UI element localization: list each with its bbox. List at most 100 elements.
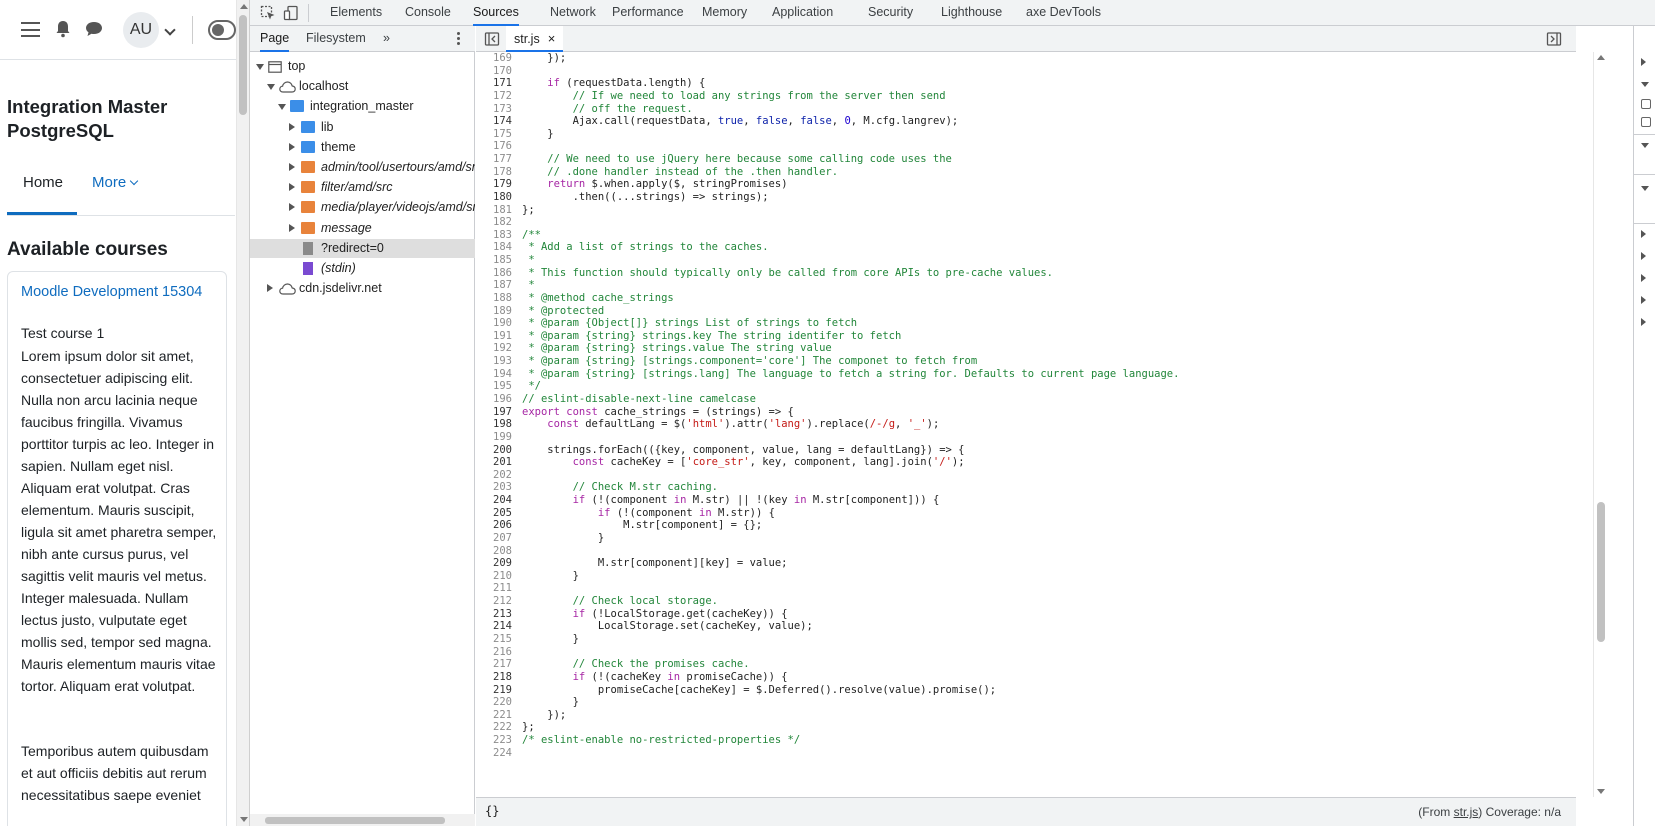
line-number[interactable]: 219 bbox=[476, 684, 512, 697]
scroll-down-icon[interactable] bbox=[1597, 789, 1605, 794]
tab-lighthouse[interactable]: Lighthouse bbox=[941, 0, 1002, 26]
line-number[interactable]: 222 bbox=[476, 721, 512, 734]
line-number[interactable]: 175 bbox=[476, 128, 512, 141]
line-number[interactable]: 214 bbox=[476, 620, 512, 633]
line-number[interactable]: 223 bbox=[476, 734, 512, 747]
tab-memory[interactable]: Memory bbox=[702, 0, 747, 26]
line-number[interactable]: 178 bbox=[476, 166, 512, 179]
expanded-arrow-icon[interactable] bbox=[278, 104, 286, 111]
line-number[interactable]: 183 bbox=[476, 229, 512, 242]
user-avatar[interactable]: AU bbox=[123, 12, 159, 48]
line-number[interactable]: 198 bbox=[476, 418, 512, 431]
scroll-down-icon[interactable] bbox=[240, 817, 248, 822]
tree-item[interactable]: integration_master bbox=[250, 97, 475, 116]
line-number[interactable]: 180 bbox=[476, 191, 512, 204]
inspect-element-icon[interactable] bbox=[260, 5, 276, 21]
page-scrollbar[interactable] bbox=[236, 0, 249, 826]
tree-item[interactable]: lib bbox=[250, 118, 475, 137]
line-number[interactable]: 207 bbox=[476, 532, 512, 545]
tab-application[interactable]: Application bbox=[772, 0, 833, 26]
expand-arrow-icon[interactable] bbox=[1641, 58, 1646, 66]
collapse-arrow-icon[interactable] bbox=[1641, 143, 1649, 148]
line-number[interactable]: 200 bbox=[476, 444, 512, 457]
scrollbar-thumb[interactable] bbox=[1597, 502, 1605, 642]
line-number[interactable]: 192 bbox=[476, 342, 512, 355]
line-number[interactable]: 201 bbox=[476, 456, 512, 469]
tab-elements[interactable]: Elements bbox=[330, 0, 382, 26]
nav-home-tab[interactable]: Home bbox=[7, 160, 77, 215]
line-number[interactable]: 203 bbox=[476, 481, 512, 494]
line-number[interactable]: 213 bbox=[476, 608, 512, 621]
line-number[interactable]: 224 bbox=[476, 747, 512, 760]
line-number[interactable]: 217 bbox=[476, 658, 512, 671]
line-number[interactable]: 202 bbox=[476, 469, 512, 482]
kebab-menu-icon[interactable] bbox=[457, 32, 461, 46]
collapsed-arrow-icon[interactable] bbox=[289, 223, 295, 232]
expand-arrow-icon[interactable] bbox=[1641, 252, 1646, 260]
line-number[interactable]: 211 bbox=[476, 582, 512, 595]
line-number[interactable]: 189 bbox=[476, 305, 512, 318]
line-number[interactable]: 191 bbox=[476, 330, 512, 343]
tab-sources[interactable]: Sources bbox=[473, 0, 519, 26]
line-number[interactable]: 197 bbox=[476, 406, 512, 419]
tab-security[interactable]: Security bbox=[868, 0, 913, 26]
line-number[interactable]: 173 bbox=[476, 103, 512, 116]
edit-mode-toggle[interactable] bbox=[208, 20, 236, 40]
pretty-print-button[interactable]: {} bbox=[485, 804, 499, 818]
line-number[interactable]: 169 bbox=[476, 52, 512, 65]
file-tab-str-js[interactable]: str.js × bbox=[506, 26, 564, 52]
hamburger-menu-icon[interactable] bbox=[21, 22, 40, 37]
line-number[interactable]: 171 bbox=[476, 77, 512, 90]
line-number[interactable]: 177 bbox=[476, 153, 512, 166]
line-number[interactable]: 210 bbox=[476, 570, 512, 583]
tree-item[interactable]: media/player/videojs/amd/src bbox=[250, 198, 475, 217]
expanded-arrow-icon[interactable] bbox=[267, 84, 275, 91]
tree-item[interactable]: theme bbox=[250, 138, 475, 157]
line-number[interactable]: 181 bbox=[476, 204, 512, 217]
expand-arrow-icon[interactable] bbox=[1641, 296, 1646, 304]
bell-icon[interactable] bbox=[55, 20, 71, 38]
line-number[interactable]: 170 bbox=[476, 65, 512, 78]
collapsed-arrow-icon[interactable] bbox=[267, 284, 273, 293]
tree-item[interactable]: top bbox=[250, 57, 475, 76]
tree-item[interactable]: filter/amd/src bbox=[250, 178, 475, 197]
line-number[interactable]: 187 bbox=[476, 279, 512, 292]
line-number[interactable]: 221 bbox=[476, 709, 512, 722]
line-number[interactable]: 208 bbox=[476, 545, 512, 558]
line-number[interactable]: 190 bbox=[476, 317, 512, 330]
device-toolbar-icon[interactable] bbox=[283, 5, 299, 21]
expand-arrow-icon[interactable] bbox=[1641, 274, 1646, 282]
collapsed-arrow-icon[interactable] bbox=[289, 183, 295, 192]
tree-item[interactable]: message bbox=[250, 219, 475, 238]
scroll-up-icon[interactable] bbox=[240, 4, 248, 9]
line-number[interactable]: 179 bbox=[476, 178, 512, 191]
toggle-navigator-icon[interactable] bbox=[484, 31, 500, 47]
tree-item[interactable]: admin/tool/usertours/amd/src bbox=[250, 158, 475, 177]
expand-arrow-icon[interactable] bbox=[1641, 318, 1646, 326]
line-number[interactable]: 204 bbox=[476, 494, 512, 507]
checkbox[interactable] bbox=[1641, 117, 1651, 127]
expanded-arrow-icon[interactable] bbox=[256, 64, 264, 70]
line-number[interactable]: 188 bbox=[476, 292, 512, 305]
tab-console[interactable]: Console bbox=[405, 0, 451, 26]
collapse-arrow-icon[interactable] bbox=[1641, 82, 1649, 87]
course-title-link[interactable]: Moodle Development 15304 bbox=[21, 284, 202, 300]
line-number[interactable]: 185 bbox=[476, 254, 512, 267]
toggle-debugger-icon[interactable] bbox=[1546, 31, 1562, 47]
checkbox[interactable] bbox=[1641, 99, 1651, 109]
line-number[interactable]: 193 bbox=[476, 355, 512, 368]
line-number[interactable]: 206 bbox=[476, 519, 512, 532]
line-number[interactable]: 218 bbox=[476, 671, 512, 684]
line-number[interactable]: 196 bbox=[476, 393, 512, 406]
chat-bubble-icon[interactable] bbox=[85, 21, 103, 37]
line-number[interactable]: 205 bbox=[476, 507, 512, 520]
collapsed-arrow-icon[interactable] bbox=[289, 142, 295, 151]
collapse-arrow-icon[interactable] bbox=[1641, 186, 1649, 191]
line-number[interactable]: 199 bbox=[476, 431, 512, 444]
collapsed-arrow-icon[interactable] bbox=[289, 122, 295, 131]
line-number[interactable]: 216 bbox=[476, 646, 512, 659]
navigator-hscrollbar[interactable] bbox=[250, 814, 475, 826]
tab-performance[interactable]: Performance bbox=[612, 0, 684, 26]
line-number[interactable]: 209 bbox=[476, 557, 512, 570]
line-number[interactable]: 174 bbox=[476, 115, 512, 128]
